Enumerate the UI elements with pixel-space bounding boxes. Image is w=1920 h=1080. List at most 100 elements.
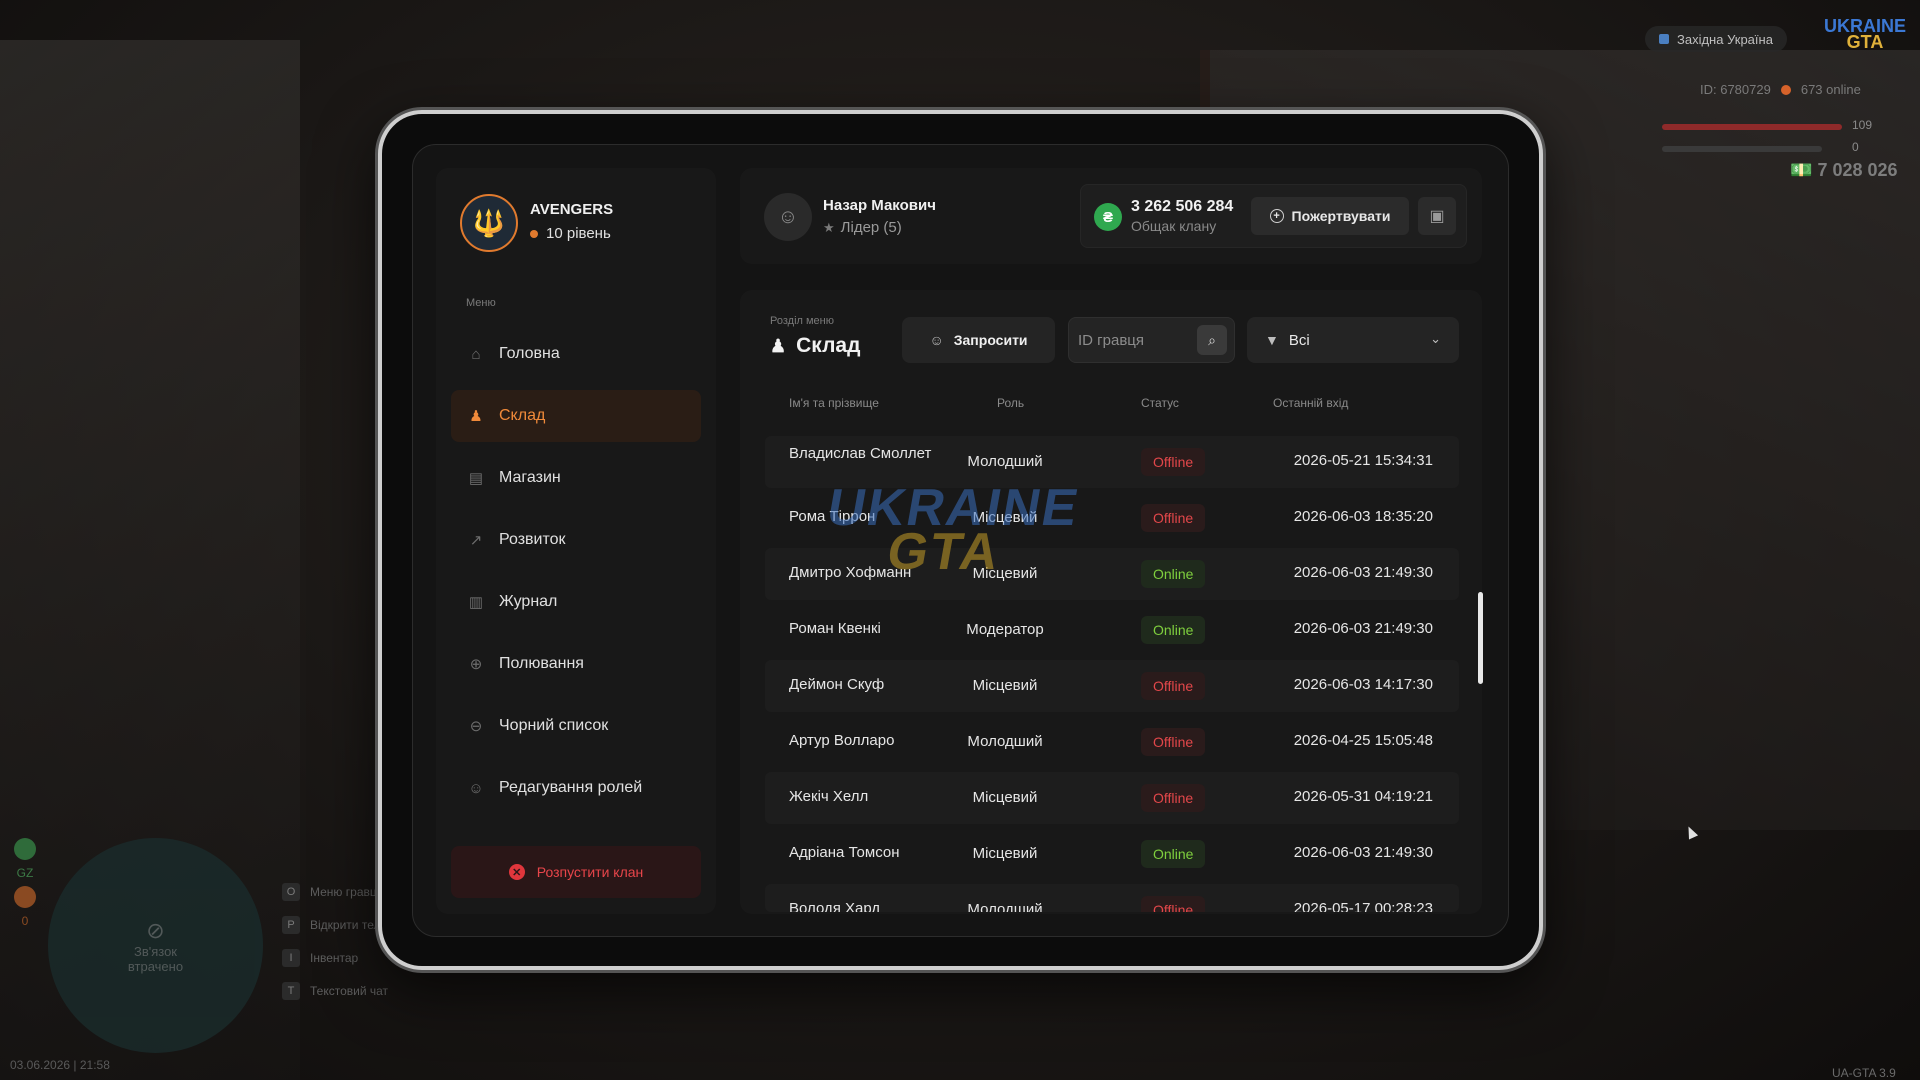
- left-counter: 0: [21, 914, 29, 928]
- user-role: ★ Лідер (5): [823, 219, 902, 236]
- sidebar-item-home[interactable]: ⌂ Головна: [451, 328, 701, 380]
- status-filter-select[interactable]: ▼ Всі ⌄: [1247, 317, 1459, 363]
- health-value: 109: [1852, 118, 1873, 132]
- sidebar-item-development[interactable]: ↗ Розвиток: [451, 514, 701, 566]
- level-dot-icon: [530, 229, 538, 238]
- close-icon: ✕: [508, 864, 525, 880]
- member-role: Місцевий: [972, 509, 1038, 526]
- shop-icon: ▤: [468, 470, 484, 487]
- page-title: ♟ Склад: [770, 334, 861, 357]
- people-icon: ♟: [770, 335, 787, 356]
- player-id-line: ID: 6780729 673 online: [1700, 82, 1861, 97]
- member-name: Рома Тіррон: [789, 508, 876, 525]
- member-last-login: 2026-05-21 15:34:31: [1293, 452, 1433, 469]
- table-row[interactable]: Володя Хард Молодший Offline 2026-05-17 00:…: [765, 884, 1459, 912]
- sidebar-item-journal[interactable]: ▥ Журнал: [451, 576, 701, 628]
- member-role: Молодший: [967, 733, 1043, 750]
- table-row[interactable]: Рома Тіррон Місцевий Offline 2026-06-03 18:…: [765, 492, 1459, 544]
- member-last-login: 2026-05-17 00:28:23: [1293, 900, 1433, 912]
- member-last-login: 2026-06-03 21:49:30: [1293, 620, 1433, 637]
- status-badge: Online: [1141, 560, 1206, 588]
- plus-circle-icon: +: [1269, 209, 1284, 223]
- table-row[interactable]: Артур Волларо Молодший Offline 2026-04-25 1…: [765, 716, 1459, 768]
- online-icon: [1780, 84, 1791, 95]
- member-name: Дмитро Хофманн: [789, 564, 912, 581]
- table-row[interactable]: Дмитро Хофманн Місцевий Online 2026-06-03 2…: [765, 548, 1459, 600]
- hryvnia-coin-icon: ₴: [1094, 203, 1122, 231]
- member-name: Роман Квенкі: [789, 620, 881, 637]
- money-display: 💵 7 028 026: [1790, 160, 1898, 180]
- member-role: Місцевий: [972, 845, 1038, 862]
- clan-balance-label: Общак клану: [1131, 218, 1217, 234]
- disband-clan-button[interactable]: ✕ Розпустити клан: [451, 846, 701, 898]
- column-header-role: Роль: [997, 396, 1025, 410]
- player-id-search-input[interactable]: [1078, 330, 1188, 350]
- no-signal-icon: ⊘: [146, 917, 165, 943]
- sidebar-item-shop[interactable]: ▤ Магазин: [451, 452, 701, 504]
- status-badge: Online: [1141, 840, 1206, 868]
- archive-button[interactable]: ▣: [1418, 197, 1456, 235]
- server-badge: Західна Україна: [1645, 26, 1787, 52]
- status-badge: Online: [1141, 616, 1206, 644]
- sidebar-item-label: Головна: [499, 345, 560, 362]
- filter-icon: ▼: [1265, 332, 1279, 348]
- archive-icon: ▣: [1429, 208, 1445, 225]
- sidebar-item-label: Полювання: [499, 655, 584, 672]
- sidebar-item-hunting[interactable]: ⊕ Полювання: [451, 638, 701, 690]
- hotkey-item: T Текстовий чат: [282, 982, 410, 1000]
- member-role: Місцевий: [972, 789, 1038, 806]
- table-row[interactable]: Владислав Смоллет Молодший Offline 2026-05-…: [765, 436, 1459, 488]
- status-badge: Offline: [1141, 672, 1206, 700]
- status-badge: Offline: [1141, 728, 1206, 756]
- game-version: UA-GTA 3.9: [1832, 1066, 1896, 1080]
- member-name: Артур Волларо: [789, 732, 895, 749]
- sidebar-item-label: Журнал: [499, 593, 558, 610]
- member-name: Володя Хард: [789, 900, 881, 913]
- member-name: Деймон Скуф: [789, 676, 885, 693]
- chart-icon: ↗: [469, 532, 483, 549]
- block-icon: ⊖: [469, 718, 483, 735]
- sidebar-item-warehouse[interactable]: ♟ Склад: [451, 390, 701, 442]
- clan-emblem-icon: 🔱: [460, 194, 518, 252]
- table-row[interactable]: Жекіч Хелл Місцевий Offline 2026-05-31 04:1…: [765, 772, 1459, 824]
- status-badge: Offline: [1141, 448, 1206, 476]
- section-caption: Розділ меню: [770, 315, 834, 327]
- health-bar: [1662, 124, 1842, 130]
- member-last-login: 2026-06-03 21:49:30: [1293, 564, 1433, 581]
- member-name: Жекіч Хелл: [789, 788, 869, 805]
- donate-button[interactable]: + Пожертвувати: [1251, 197, 1409, 235]
- member-name: Адріана Томсон: [789, 844, 900, 861]
- tools-icon: [14, 886, 36, 908]
- target-icon: ⊕: [469, 656, 483, 673]
- table-row[interactable]: Деймон Скуф Місцевий Offline 2026-06-03 14:…: [765, 660, 1459, 712]
- status-badge: Offline: [1141, 896, 1206, 912]
- player-id: ID: 6780729: [1700, 82, 1771, 97]
- sidebar-item-edit-roles[interactable]: ☺ Редагування ролей: [451, 762, 701, 814]
- star-icon: ★: [823, 219, 835, 235]
- member-last-login: 2026-04-25 15:05:48: [1293, 732, 1433, 749]
- minimap: ⊘ Зв'язок втрачено: [48, 838, 263, 1053]
- search-icon: ⌕: [1208, 331, 1216, 348]
- search-button[interactable]: ⌕: [1197, 325, 1227, 355]
- status-badge: Offline: [1141, 784, 1206, 812]
- table-row[interactable]: Роман Квенкі Модератор Online 2026-06-03 21…: [765, 604, 1459, 656]
- scrollbar-thumb[interactable]: [1478, 592, 1483, 684]
- sidebar-item-blacklist[interactable]: ⊖ Чорний список: [451, 700, 701, 752]
- sidebar-item-label: Магазин: [499, 469, 561, 486]
- game-logo: UKRAINE GTA: [1824, 16, 1907, 52]
- member-last-login: 2026-06-03 21:49:30: [1293, 844, 1433, 861]
- server-name: Західна Україна: [1677, 31, 1773, 47]
- sidebar-item-label: Розвиток: [499, 531, 566, 548]
- invite-button[interactable]: ☺ Запросити: [902, 317, 1055, 363]
- online-count: 673 online: [1800, 82, 1861, 97]
- menu-caption: Меню: [466, 297, 496, 309]
- member-last-login: 2026-05-31 04:19:21: [1293, 788, 1433, 805]
- clan-name: AVENGERS: [530, 201, 614, 218]
- clan-level: 10 рівень: [530, 225, 611, 242]
- column-header-status: Статус: [1141, 396, 1179, 410]
- column-header-last-login: Останній вхід: [1273, 396, 1349, 410]
- armor-value: 0: [1852, 140, 1859, 154]
- member-name: Владислав Смоллет: [789, 445, 932, 462]
- server-icon: [1659, 34, 1669, 44]
- table-row[interactable]: Адріана Томсон Місцевий Online 2026-06-03 2…: [765, 828, 1459, 880]
